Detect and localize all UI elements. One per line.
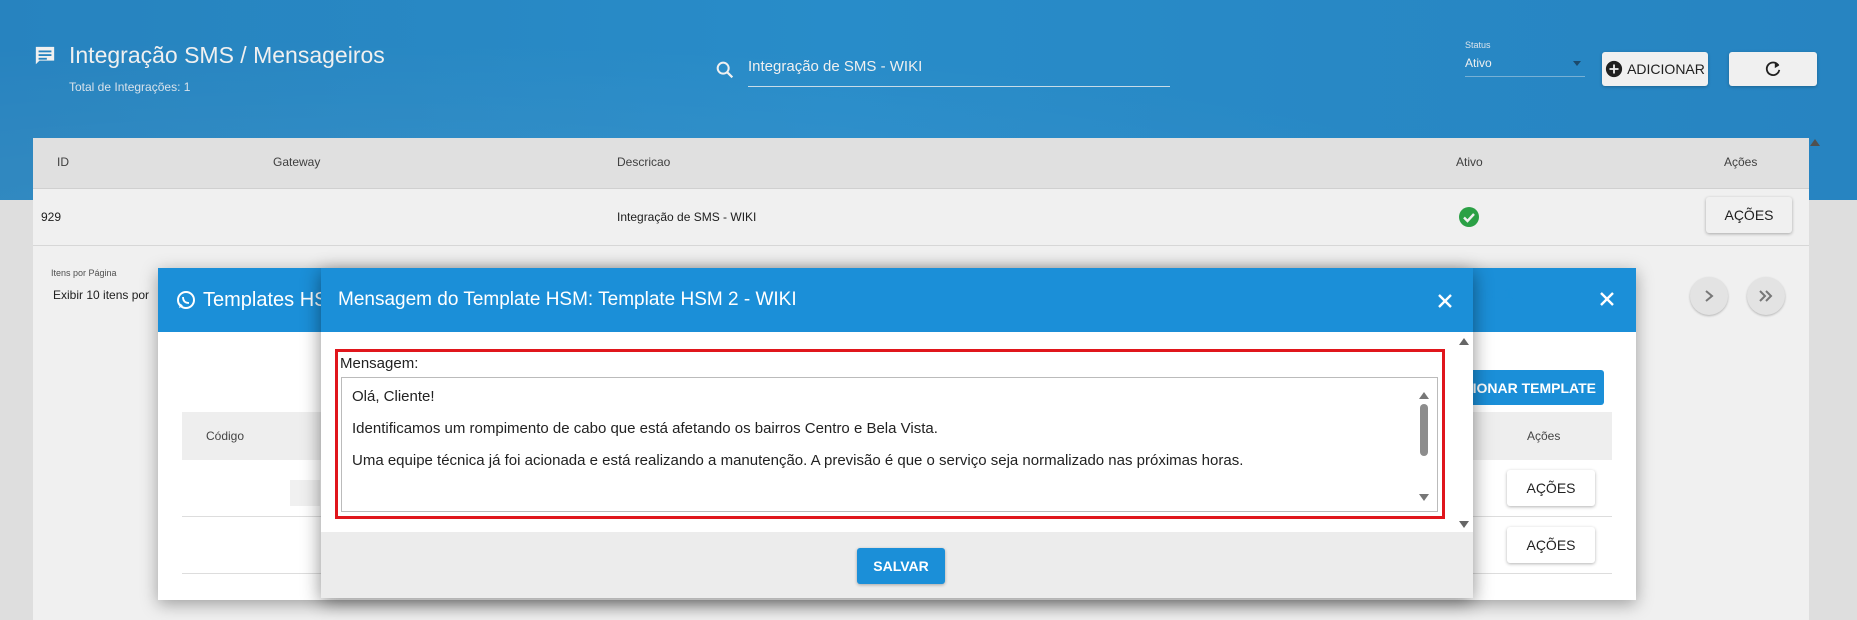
textarea-scroll-down[interactable] — [1419, 494, 1429, 501]
modal-scroll-down[interactable] — [1459, 521, 1469, 528]
template-actions-button[interactable]: AÇÕES — [1507, 527, 1595, 563]
whatsapp-icon — [177, 291, 195, 309]
chevron-right-icon — [1705, 290, 1714, 302]
column-header-acoes: Ações — [1527, 429, 1561, 443]
double-chevron-right-icon — [1759, 290, 1773, 302]
textarea-scroll-up[interactable] — [1419, 392, 1429, 399]
message-line: Uma equipe técnica já foi acionada e est… — [352, 452, 1244, 469]
message-line: Olá, Cliente! — [352, 388, 435, 405]
close-icon[interactable] — [1437, 293, 1453, 309]
templates-modal-title: Templates HS — [203, 289, 328, 311]
message-label: Mensagem: — [340, 355, 419, 372]
message-textarea[interactable]: Olá, Cliente! Identificamos um rompiment… — [341, 377, 1438, 512]
close-icon[interactable] — [1598, 290, 1616, 308]
next-page-button[interactable] — [1690, 277, 1728, 315]
textarea-scroll-thumb[interactable] — [1420, 404, 1428, 456]
message-modal-header: Mensagem do Template HSM: Template HSM 2… — [321, 268, 1473, 332]
message-line: Identificamos um rompimento de cabo que … — [352, 420, 938, 437]
save-button[interactable]: SALVAR — [857, 548, 945, 584]
modal-scroll-up[interactable] — [1459, 338, 1469, 345]
code-chip — [290, 480, 320, 506]
column-header-codigo: Código — [206, 429, 245, 443]
last-page-button[interactable] — [1747, 277, 1785, 315]
message-modal-title: Mensagem do Template HSM: Template HSM 2… — [338, 289, 797, 310]
template-actions-button[interactable]: AÇÕES — [1507, 470, 1595, 506]
message-template-modal: Mensagem do Template HSM: Template HSM 2… — [321, 268, 1473, 598]
